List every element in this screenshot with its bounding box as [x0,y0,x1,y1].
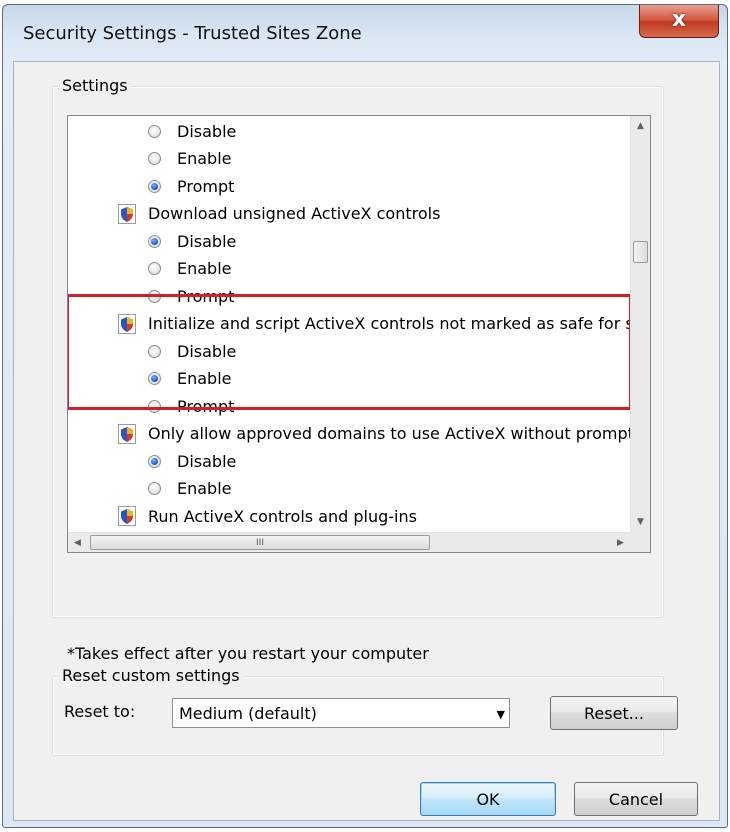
reset-button[interactable]: Reset... [550,696,678,730]
close-button[interactable]: x [639,5,719,38]
setting-option-label: Enable [177,149,232,168]
horizontal-scrollbar[interactable]: ◀ III ▶ [68,532,630,552]
scroll-right-arrow-icon[interactable]: ▶ [611,533,630,552]
settings-group-label: Settings [58,76,132,95]
dialog-window: Security Settings - Trusted Sites Zone x… [2,4,728,828]
reset-button-label: Reset... [584,703,644,723]
reset-level-dropdown[interactable]: Medium (default) ▼ [172,698,510,728]
reset-level-value: Medium (default) [179,703,317,723]
setting-option-label: Enable [177,479,232,498]
vertical-scrollbar[interactable]: ▲ ▼ [630,116,650,532]
highlight-box [68,294,630,410]
chevron-down-icon: ▼ [496,708,505,721]
setting-option-label: Prompt [177,176,235,196]
vertical-scroll-thumb[interactable] [633,241,648,263]
restart-note: *Takes effect after you restart your com… [67,644,429,663]
close-icon: x [671,7,687,32]
window-title: Security Settings - Trusted Sites Zone [23,23,362,44]
radio-unchecked-icon[interactable] [148,482,161,495]
radio-unchecked-icon[interactable] [148,124,161,138]
setting-option[interactable]: Disable [148,448,236,474]
shield-icon [118,506,136,526]
radio-unchecked-icon[interactable] [148,152,161,165]
setting-option-label: Disable [177,451,237,471]
cancel-button-label: Cancel [608,789,664,809]
radio-checked-icon[interactable] [148,454,161,468]
dialog-client-area: Settings Disable Enable Prompt Download uns… [13,61,720,821]
setting-option[interactable]: Disable [148,118,236,144]
setting-heading-label: Only allow approved domains to use Activ… [148,424,630,443]
scrollbar-corner [630,532,650,552]
radio-checked-icon[interactable] [148,234,161,248]
setting-option[interactable]: Prompt [148,173,234,199]
reset-to-label: Reset to: [64,702,136,721]
scroll-down-arrow-icon[interactable]: ▼ [631,512,650,532]
setting-heading: Download unsigned ActiveX controls [118,201,440,227]
setting-option[interactable]: Enable [148,476,232,502]
scroll-left-arrow-icon[interactable]: ◀ [68,533,87,552]
ok-button-label: OK [476,789,500,809]
setting-option-label: Enable [177,259,232,278]
radio-unchecked-icon[interactable] [148,262,161,275]
ok-button[interactable]: OK [420,782,556,816]
setting-heading-label: Download unsigned ActiveX controls [148,204,441,223]
scroll-up-arrow-icon[interactable]: ▲ [631,116,650,136]
title-bar[interactable]: Security Settings - Trusted Sites Zone x [3,5,727,61]
setting-heading: Run ActiveX controls and plug-ins [118,503,417,529]
setting-option[interactable]: Disable [148,228,236,254]
radio-checked-icon[interactable] [148,179,161,193]
setting-option-label: Disable [177,231,237,251]
setting-heading-label: Run ActiveX controls and plug-ins [148,506,417,526]
setting-option[interactable]: Enable [148,256,232,282]
cancel-button[interactable]: Cancel [574,782,698,816]
shield-icon [118,203,136,224]
reset-group-label: Reset custom settings [58,666,244,685]
setting-option[interactable]: Enable [148,146,232,172]
setting-option-label: Disable [177,121,237,141]
shield-icon [118,423,136,444]
setting-heading: Only allow approved domains to use Activ… [118,421,630,447]
horizontal-scroll-thumb[interactable]: III [90,535,430,550]
settings-list-content: Disable Enable Prompt Download unsigned Act… [68,116,630,532]
settings-list[interactable]: Disable Enable Prompt Download unsigned Act… [67,115,651,553]
scroll-grip-icon: III [256,537,264,548]
